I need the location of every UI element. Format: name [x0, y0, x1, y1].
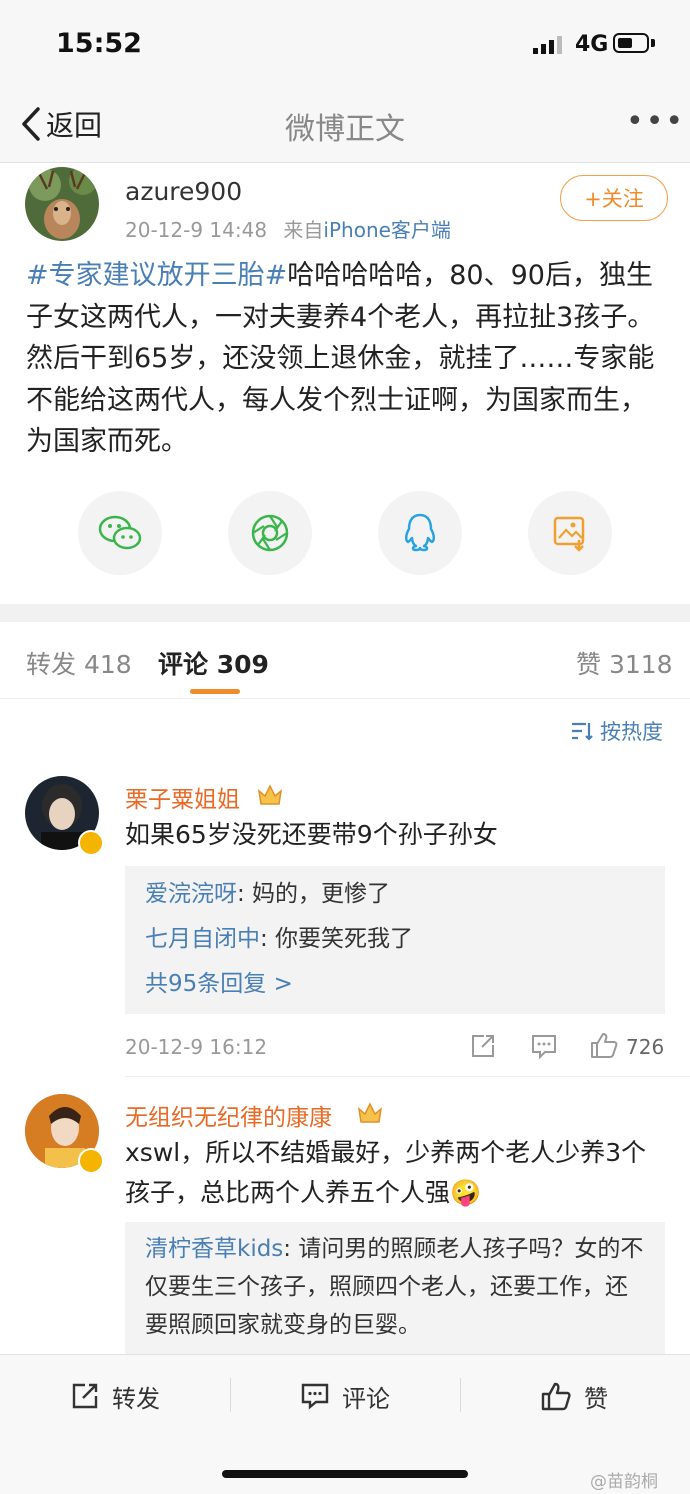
reply-author[interactable]: 爱浣浣呀 [145, 881, 237, 907]
post-text: #专家建议放开三胎#哈哈哈哈哈，80、90后，独生子女这两代人，一对夫妻养4个老… [26, 255, 666, 463]
more-replies-link[interactable]: 共95条回复 > [145, 962, 293, 1006]
hashtag-link[interactable]: #专家建议放开三胎# [26, 260, 287, 291]
tab-repost-label: 转发 [26, 650, 77, 679]
tab-repost[interactable]: 转发 418 [26, 645, 132, 681]
wechat-icon [98, 515, 142, 550]
reply-author[interactable]: 清柠香草kids [145, 1236, 283, 1262]
comment-icon [301, 1383, 329, 1410]
bar-separator [230, 1378, 231, 1412]
comment-divider [125, 1076, 690, 1077]
author-avatar[interactable] [25, 167, 99, 241]
comment-button[interactable]: 评论 [300, 1378, 390, 1414]
network-label: 4G [575, 32, 609, 57]
sort-icon [572, 722, 593, 741]
comment-time: 20-12-9 16:12 [125, 1035, 268, 1059]
active-tab-indicator [190, 689, 240, 694]
member-crown-icon [357, 1102, 383, 1123]
tab-likes[interactable]: 赞 3118 [576, 645, 673, 681]
sort-button[interactable]: 按热度 [570, 716, 663, 746]
qq-icon [404, 513, 436, 552]
comment-label: 评论 [342, 1384, 390, 1413]
emoji-crazy-icon: 🤪 [450, 1178, 482, 1207]
tab-repost-count: 418 [83, 650, 132, 679]
commenter-name[interactable]: 栗子粟姐姐 [125, 780, 240, 814]
page-title: 微博正文 [285, 112, 405, 147]
share-wechat-button[interactable] [78, 491, 162, 575]
reply-author[interactable]: 七月自闭中 [145, 926, 260, 952]
repost-button[interactable]: 转发 [70, 1378, 160, 1414]
comment-text: 如果65岁没死还要带9个孙子孙女 [125, 820, 498, 849]
reply-comment-icon[interactable] [530, 1033, 558, 1059]
bar-separator [460, 1378, 461, 1412]
sort-label: 按热度 [600, 720, 663, 744]
reply-text: : 妈的，更惨了 [237, 881, 391, 907]
save-image-icon [553, 516, 585, 552]
post-meta: 20-12-9 14:48 来自iPhone客户端 [125, 214, 451, 243]
watermark: @苗韵桐 [590, 1472, 658, 1492]
reply-text: : 你要笑死我了 [260, 926, 414, 952]
comment-body: xswl，所以不结婚最好，少养两个老人少养3个孩子，总比两个人养五个人强 [125, 1138, 647, 1207]
tab-comments-count: 309 [216, 650, 269, 679]
home-indicator[interactable] [222, 1470, 468, 1478]
post-date: 20-12-9 14:48 [125, 218, 268, 242]
member-crown-icon [257, 784, 283, 805]
follow-button[interactable]: +关注 [560, 175, 668, 221]
tab-comments[interactable]: 评论 309 [158, 645, 269, 681]
section-divider [0, 604, 690, 622]
like-icon[interactable] [589, 1031, 619, 1059]
like-button[interactable]: 赞 [540, 1378, 608, 1414]
tab-likes-count: 3118 [608, 650, 673, 679]
comment-text: xswl，所以不结婚最好，少养两个老人少养3个孩子，总比两个人养五个人强🤪 [125, 1133, 665, 1213]
tab-comments-label: 评论 [158, 650, 209, 679]
repost-label: 转发 [112, 1384, 160, 1413]
repost-icon [72, 1383, 98, 1409]
status-time: 15:52 [56, 28, 142, 59]
like-label: 赞 [584, 1384, 608, 1413]
reply-item[interactable]: 清柠香草kids: 请问男的照顾老人孩子吗？女的不仅要生三个孩子，照顾四个老人，… [145, 1230, 650, 1344]
share-qq-button[interactable] [378, 491, 462, 575]
save-image-button[interactable] [528, 491, 612, 575]
repost-comment-icon[interactable] [470, 1033, 496, 1059]
verified-badge [78, 1148, 104, 1174]
signal-icon [533, 36, 562, 54]
source-prefix: 来自 [283, 218, 324, 242]
like-count: 726 [626, 1035, 665, 1059]
battery-icon [613, 33, 649, 53]
share-moments-button[interactable] [228, 491, 312, 575]
reply-item[interactable]: 爱浣浣呀: 妈的，更惨了 [145, 872, 390, 916]
thumbs-up-icon [541, 1382, 571, 1411]
more-button[interactable]: ••• [626, 104, 685, 139]
reply-item[interactable]: 七月自闭中: 你要笑死我了 [145, 917, 413, 961]
verified-badge [78, 830, 104, 856]
commenter-name[interactable]: 无组织无纪律的康康 [125, 1098, 332, 1132]
battery-cap [651, 39, 655, 47]
post-source[interactable]: iPhone客户端 [323, 218, 451, 242]
author-name[interactable]: azure900 [125, 177, 242, 206]
moments-icon [251, 514, 289, 552]
tab-likes-label: 赞 [576, 650, 602, 679]
